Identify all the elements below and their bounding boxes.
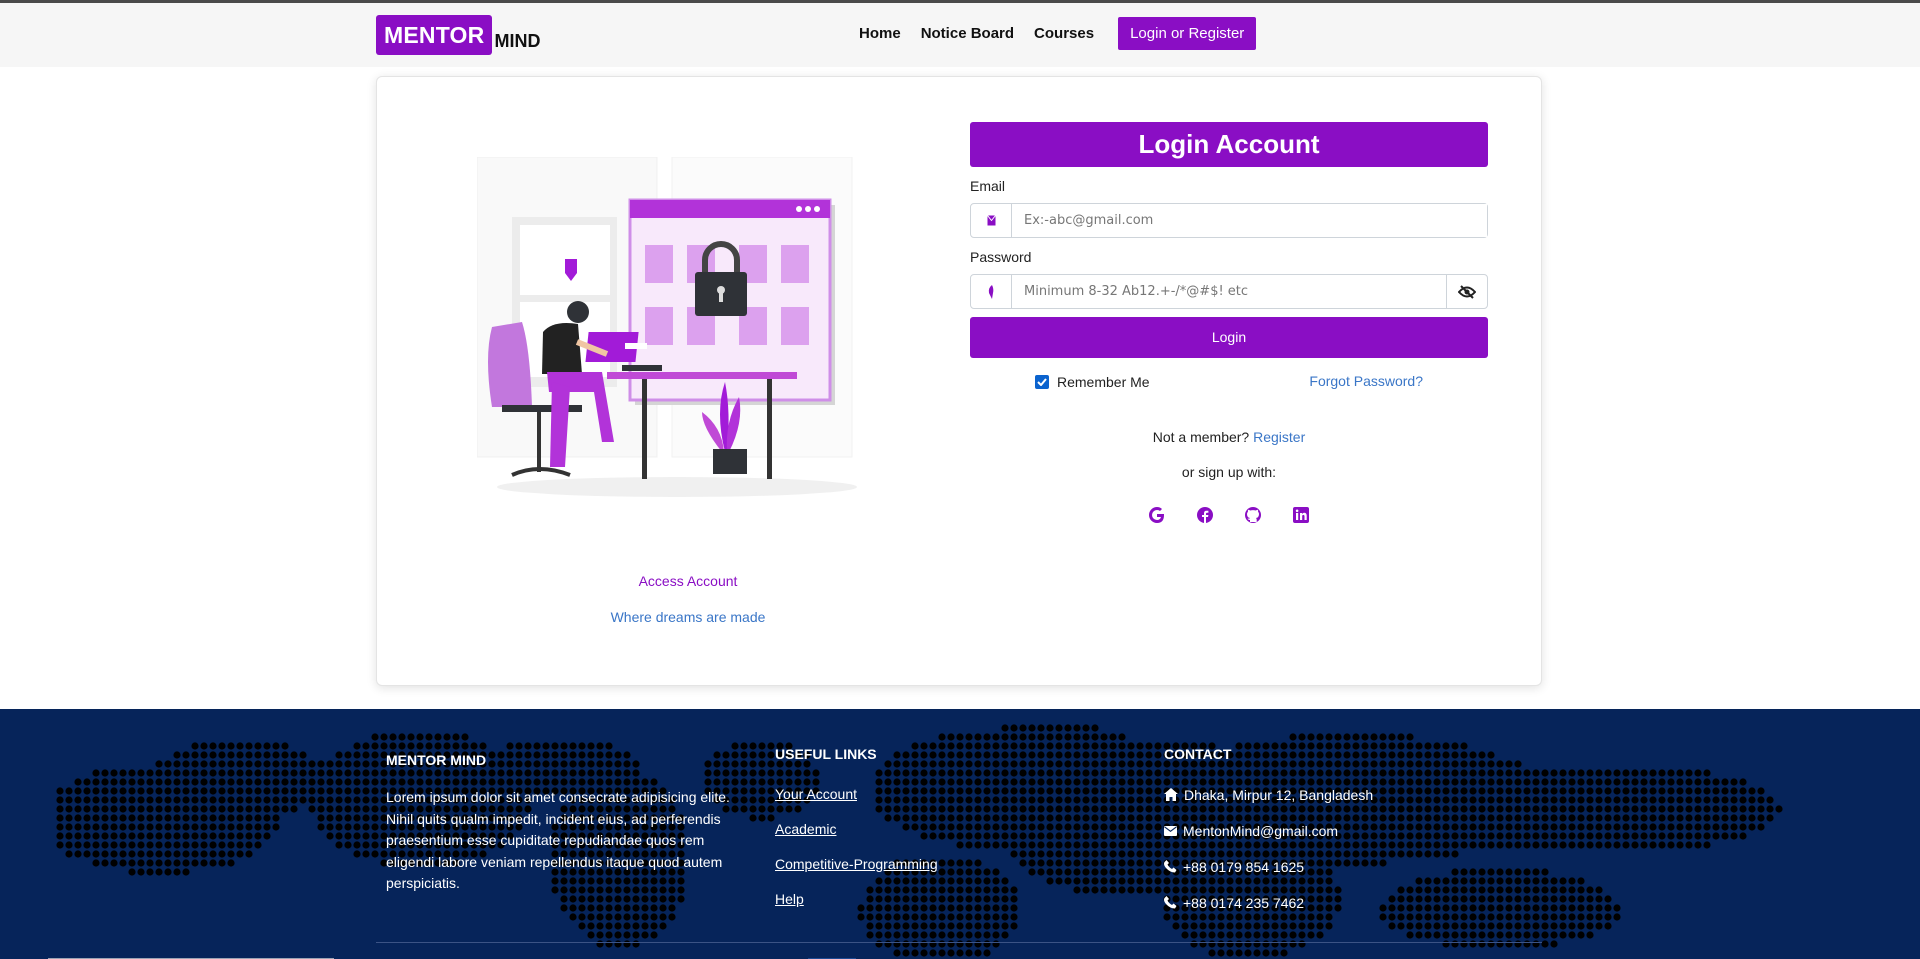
- nav-notice-board[interactable]: Notice Board: [921, 25, 1014, 42]
- nav-links: Home Notice Board Courses Login or Regis…: [859, 17, 1257, 50]
- remember-checkbox[interactable]: [1035, 375, 1049, 389]
- footer-links: USEFUL LINKS Your Account Academic Compe…: [775, 746, 938, 926]
- footer-link-academic[interactable]: Academic: [775, 821, 938, 837]
- login-illustration: [477, 157, 857, 497]
- footer-link-your-account[interactable]: Your Account: [775, 786, 938, 802]
- login-form: Login Account Email Password Login: [970, 122, 1488, 525]
- social-buttons: [970, 505, 1488, 525]
- footer-contact: CONTACT Dhaka, Mirpur 12, Bangladesh Men…: [1164, 746, 1373, 930]
- email-group: [970, 203, 1488, 238]
- contact-address: Dhaka, Mirpur 12, Bangladesh: [1164, 786, 1373, 803]
- footer-link-help[interactable]: Help: [775, 891, 938, 907]
- logo[interactable]: MENTOR MIND: [376, 15, 540, 55]
- navbar: MENTOR MIND Home Notice Board Courses Lo…: [0, 3, 1920, 67]
- contact-phone-1-text: +88 0179 854 1625: [1183, 858, 1305, 875]
- footer: MENTOR MIND Lorem ipsum dolor sit amet c…: [0, 709, 1920, 959]
- remember-me[interactable]: Remember Me: [1035, 374, 1150, 390]
- contact-phone-2-text: +88 0174 235 7462: [1183, 894, 1305, 911]
- remember-row: Remember Me Forgot Password?: [970, 371, 1488, 401]
- register-link[interactable]: Register: [1253, 429, 1305, 445]
- contact-email-text: MentonMind@gmail.com: [1183, 822, 1339, 839]
- footer-contact-title: CONTACT: [1164, 746, 1232, 762]
- contact-phone-2: +88 0174 235 7462: [1164, 894, 1373, 911]
- envelope-icon: [1164, 825, 1177, 836]
- footer-brand-title: MENTOR MIND: [386, 752, 487, 768]
- email-label: Email: [970, 178, 1006, 194]
- logo-mentor: MENTOR: [376, 15, 493, 55]
- login-register-button[interactable]: Login or Register: [1118, 17, 1257, 50]
- key-icon: [971, 275, 1012, 308]
- login-button[interactable]: Login: [970, 317, 1488, 358]
- footer-divider: [376, 942, 1542, 943]
- footer-link-competitive-programming[interactable]: Competitive-Programming: [775, 856, 938, 872]
- password-group: [970, 274, 1488, 309]
- envelope-icon: [971, 204, 1012, 237]
- footer-brand: MENTOR MIND Lorem ipsum dolor sit amet c…: [386, 752, 756, 895]
- remember-label: Remember Me: [1057, 374, 1150, 390]
- contact-phone-1: +88 0179 854 1625: [1164, 858, 1373, 875]
- login-card: Access Account Where dreams are made Log…: [376, 76, 1542, 686]
- or-signup-text: or sign up with:: [1181, 464, 1277, 480]
- footer-links-title: USEFUL LINKS: [775, 746, 877, 762]
- footer-brand-desc: Lorem ipsum dolor sit amet consecrate ad…: [386, 789, 730, 892]
- github-icon[interactable]: [1243, 505, 1263, 525]
- email-input[interactable]: [1012, 204, 1487, 237]
- access-account-subtitle: Where dreams are made: [610, 609, 766, 625]
- facebook-icon[interactable]: [1195, 505, 1215, 525]
- home-icon: [1164, 788, 1178, 801]
- access-account-title: Access Account: [638, 573, 738, 589]
- contact-email: MentonMind@gmail.com: [1164, 822, 1373, 839]
- forgot-password-link[interactable]: Forgot Password?: [1309, 373, 1423, 389]
- logo-mind: MIND: [494, 31, 541, 51]
- google-icon[interactable]: [1147, 505, 1167, 525]
- nav-courses[interactable]: Courses: [1034, 25, 1094, 42]
- password-input[interactable]: [1012, 275, 1446, 308]
- phone-icon: [1164, 896, 1177, 909]
- form-header: Login Account: [970, 122, 1488, 167]
- not-member-text: Not a member?: [1152, 429, 1250, 445]
- not-member-row: Not a member? Register: [970, 429, 1488, 445]
- nav-home[interactable]: Home: [859, 25, 901, 42]
- world-dot-map: [56, 724, 1783, 957]
- linkedin-icon[interactable]: [1291, 505, 1311, 525]
- contact-address-text: Dhaka, Mirpur 12, Bangladesh: [1184, 786, 1374, 803]
- phone-icon: [1164, 860, 1177, 873]
- eye-slash-icon[interactable]: [1446, 275, 1487, 308]
- password-label: Password: [970, 249, 1032, 265]
